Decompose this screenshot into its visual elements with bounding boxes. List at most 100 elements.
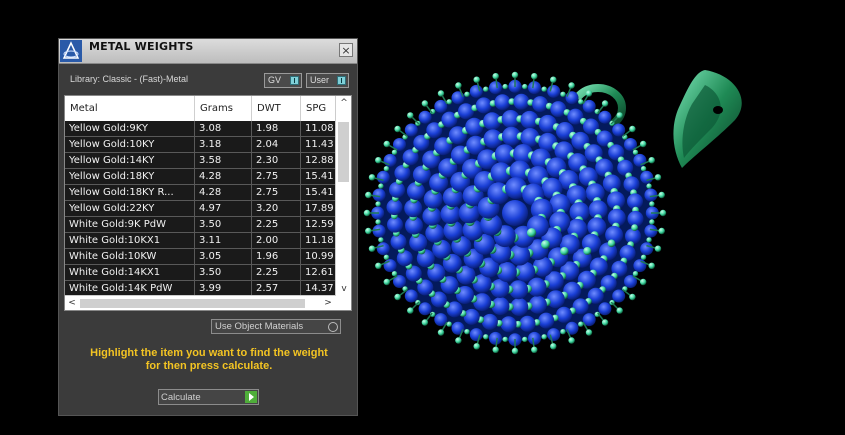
spike-tip: [654, 245, 662, 252]
table-row[interactable]: Yellow Gold:14KY 3.58 2.30 12.88: [65, 153, 335, 169]
scroll-left-icon[interactable]: <: [65, 296, 79, 310]
gem: [550, 101, 567, 118]
dwt-cell: 2.75: [252, 185, 301, 201]
scroll-up-icon[interactable]: ^: [336, 96, 351, 110]
spike-tip: [568, 82, 575, 89]
spike-tip: [550, 76, 557, 83]
prong: [541, 334, 547, 340]
table-header: Metal Grams DWT SPG: [65, 96, 351, 121]
metal-name-cell: Yellow Gold:14KY: [65, 153, 195, 169]
grams-cell: 4.28: [195, 185, 252, 201]
gem: [640, 242, 654, 256]
column-header-grams[interactable]: Grams: [195, 96, 252, 121]
table-row[interactable]: Yellow Gold:18KY R... 4.28 2.75 15.41: [65, 185, 335, 201]
instruction-line-1: Highlight the item you want to find the …: [90, 347, 328, 359]
spg-cell: 11.43: [301, 137, 335, 153]
table-row[interactable]: White Gold:10KW 3.05 1.96 10.99: [65, 249, 335, 265]
column-header-spg[interactable]: SPG: [301, 96, 335, 121]
gem: [475, 97, 492, 114]
spike-tip: [568, 337, 575, 344]
column-header-dwt[interactable]: DWT: [252, 96, 301, 121]
prong: [607, 239, 616, 248]
table-row[interactable]: Yellow Gold:10KY 3.18 2.04 11.43: [65, 137, 335, 153]
gem: [372, 224, 386, 238]
table-row[interactable]: Yellow Gold:9KY 3.08 1.98 11.08: [65, 121, 335, 137]
use-object-materials-option[interactable]: Use Object Materials: [211, 319, 341, 334]
metal-table: Metal Grams DWT SPG Yellow Gold:9KY 3.08 1…: [64, 95, 352, 311]
prong: [649, 201, 655, 207]
table-row[interactable]: White Gold:14KX1 3.50 2.25 12.61: [65, 265, 335, 281]
prong: [583, 247, 592, 255]
gem: [473, 293, 492, 312]
scroll-down-icon[interactable]: v: [336, 282, 351, 296]
heart-bail-hole: [713, 106, 723, 114]
scroll-thumb[interactable]: [338, 122, 349, 182]
gem: [451, 321, 465, 335]
spg-cell: 10.99: [301, 249, 335, 265]
table-row[interactable]: White Gold:14K PdW 3.99 2.57 14.37: [65, 281, 335, 295]
vertical-scrollbar[interactable]: ^ v: [335, 96, 351, 296]
gem: [489, 331, 502, 345]
spike-tip: [531, 73, 538, 80]
gem: [469, 328, 483, 342]
panel-titlebar[interactable]: METAL WEIGHTS ×: [59, 39, 357, 64]
scroll-right-icon[interactable]: >: [321, 296, 335, 310]
table-row[interactable]: White Gold:10KX1 3.11 2.00 11.18: [65, 233, 335, 249]
metal-name-cell: Yellow Gold:10KY: [65, 137, 195, 153]
table-row[interactable]: Yellow Gold:18KY 4.28 2.75 15.41: [65, 169, 335, 185]
prong: [632, 271, 639, 277]
spike-tip: [658, 227, 665, 235]
scroll-thumb[interactable]: [80, 299, 305, 308]
spike-tip: [363, 209, 371, 217]
spike-tip: [383, 140, 390, 148]
gv-toggle-label: GV: [268, 75, 282, 85]
gem: [389, 181, 405, 198]
spike-tip: [368, 245, 376, 252]
gem: [519, 315, 536, 332]
gem: [469, 84, 483, 98]
spike-tip: [659, 209, 667, 217]
gem: [547, 84, 561, 98]
gem: [458, 103, 474, 120]
gem: [500, 316, 517, 333]
spike-tip: [658, 191, 665, 199]
gem: [383, 153, 397, 167]
instruction-line-2: for then press calculate.: [145, 360, 273, 372]
play-arrow-icon[interactable]: [245, 391, 257, 403]
metal-name-cell: White Gold:10KW: [65, 249, 195, 265]
calculate-button[interactable]: Calculate: [158, 389, 259, 405]
rhino-logo-icon: [60, 40, 82, 62]
user-toggle[interactable]: User: [306, 73, 349, 88]
prong: [560, 329, 566, 335]
spike-tip: [455, 82, 462, 89]
spike-tip: [550, 343, 557, 350]
table-row[interactable]: White Gold:9K PdW 3.50 2.25 12.59: [65, 217, 335, 233]
prong: [522, 336, 528, 343]
spike-tip: [654, 174, 662, 181]
metal-name-cell: Yellow Gold:22KY: [65, 201, 195, 217]
dwt-cell: 2.25: [252, 265, 301, 281]
instruction-text: Highlight the item you want to find the …: [69, 347, 349, 373]
prong: [560, 91, 566, 98]
table-row[interactable]: Yellow Gold:22KY 4.97 3.20 17.89: [65, 201, 335, 217]
spike-tip: [511, 71, 519, 79]
prong: [649, 219, 655, 225]
gem: [546, 290, 565, 309]
grams-cell: 3.50: [195, 265, 252, 281]
column-header-metal[interactable]: Metal: [65, 96, 195, 121]
spike-tip: [383, 278, 390, 286]
gem: [376, 170, 390, 184]
dwt-cell: 2.00: [252, 233, 301, 249]
gem: [623, 176, 640, 193]
gem: [528, 81, 541, 95]
gem: [598, 302, 612, 316]
gem: [644, 188, 658, 202]
gv-toggle[interactable]: GV: [264, 73, 302, 88]
spg-cell: 15.41: [301, 185, 335, 201]
close-icon[interactable]: ×: [339, 43, 353, 57]
gem: [383, 259, 397, 273]
radio-icon[interactable]: [328, 322, 338, 332]
gem: [538, 114, 557, 133]
table-body: Yellow Gold:9KY 3.08 1.98 11.08 Yellow Gold:…: [65, 121, 335, 295]
horizontal-scrollbar[interactable]: < >: [65, 295, 335, 310]
